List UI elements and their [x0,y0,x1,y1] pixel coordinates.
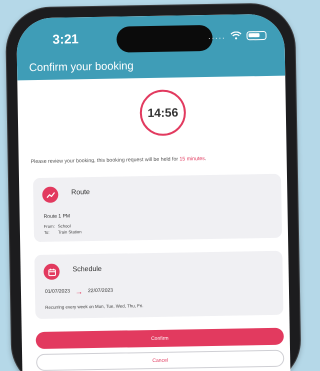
page-title: Confirm your booking [28,60,134,75]
notice-period: . [204,156,207,163]
to-value: Train Station [57,229,82,235]
dynamic-island [116,24,213,53]
route-card-title: Route [71,189,90,197]
recurrence-text: Recurring every week on Mon, Tue, Wed, T… [45,303,144,310]
route-name: Route 1 PM [43,213,71,220]
hold-notice: Please review your booking, this booking… [31,155,279,165]
cancel-label: Cancel [152,357,169,364]
phone-frame: 3:21 ..... Confirm your booking 14:56 Pl… [6,3,301,371]
app-screen: 3:21 ..... Confirm your booking 14:56 Pl… [16,13,291,371]
confirm-button[interactable]: Confirm [35,327,284,350]
calendar-icon [43,263,60,280]
status-icons: ..... [208,30,267,41]
status-time: 3:21 [52,31,79,47]
signal-dots: ..... [207,30,226,41]
from-label: From: [43,223,55,229]
cancel-button[interactable]: Cancel [36,349,285,371]
confirm-label: Confirm [150,335,169,342]
schedule-card-title: Schedule [72,265,102,274]
route-icon [42,186,59,203]
arrow-right-icon: → [74,286,84,296]
notice-text: Please review your booking, this booking… [30,156,180,166]
from-value: School [57,223,71,229]
route-to: To: Train Station [44,229,82,235]
battery-icon [246,30,267,40]
wifi-icon [230,31,242,40]
to-label: To: [43,229,50,235]
app-header: 3:21 ..... Confirm your booking [16,13,286,81]
schedule-dates: 01/07/2023 → 22/07/2023 [44,286,114,296]
start-date: 01/07/2023 [44,288,71,295]
timer-value: 14:56 [147,105,179,121]
end-date: 22/07/2023 [87,287,114,295]
route-card: Route Route 1 PM From: School To: Train St… [32,173,283,243]
countdown-timer: 14:56 [139,89,187,137]
route-from: From: School [44,223,71,228]
schedule-card: Schedule 01/07/2023 → 22/07/2023 Recurri… [34,250,284,320]
notice-duration: 15 minutes [179,156,205,163]
